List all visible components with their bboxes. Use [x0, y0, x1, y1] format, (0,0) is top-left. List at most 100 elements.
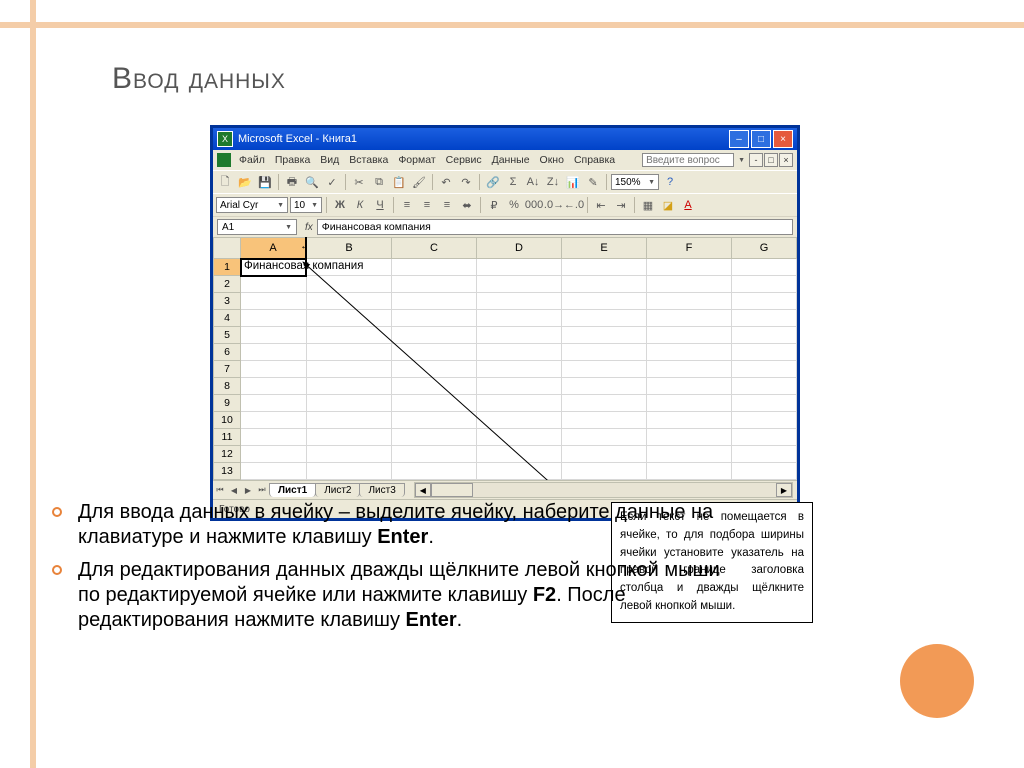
col-header-b[interactable]: B — [306, 238, 392, 259]
col-header-g[interactable]: G — [732, 238, 797, 259]
scroll-thumb[interactable] — [431, 483, 473, 497]
menu-tools[interactable]: Сервис — [442, 153, 486, 167]
print-icon[interactable]: 🖶 — [283, 173, 301, 191]
inc-decimal-icon[interactable]: .0→ — [545, 196, 563, 214]
tab-nav-next[interactable]: ▶ — [241, 483, 255, 497]
currency-icon[interactable]: ₽ — [485, 196, 503, 214]
cell-f1[interactable] — [647, 259, 732, 276]
align-center-icon[interactable]: ≡ — [418, 196, 436, 214]
redo-icon[interactable]: ↷ — [457, 173, 475, 191]
row-header-12[interactable]: 12 — [214, 446, 241, 463]
sheet-tab-2[interactable]: Лист2 — [315, 483, 360, 497]
col-header-c[interactable]: C — [392, 238, 477, 259]
save-icon[interactable]: 💾 — [256, 173, 274, 191]
decor-circle — [900, 644, 974, 718]
cut-icon[interactable]: ✂ — [350, 173, 368, 191]
row-header-10[interactable]: 10 — [214, 412, 241, 429]
align-left-icon[interactable]: ≡ — [398, 196, 416, 214]
formula-input[interactable]: Финансовая компания — [317, 219, 793, 235]
scroll-left-icon[interactable]: ◀ — [415, 483, 431, 497]
col-header-f[interactable]: F — [647, 238, 732, 259]
cell-g1[interactable] — [732, 259, 797, 276]
col-header-a[interactable]: A ↔ — [241, 238, 307, 259]
tab-nav-first[interactable]: ⏮ — [213, 483, 227, 497]
chart-icon[interactable]: 📊 — [564, 173, 582, 191]
italic-icon[interactable]: К — [351, 196, 369, 214]
paste-icon[interactable]: 📋 — [390, 173, 408, 191]
percent-icon[interactable]: % — [505, 196, 523, 214]
font-size-select[interactable]: 10 ▼ — [290, 197, 322, 213]
menu-window[interactable]: Окно — [536, 153, 568, 167]
row-header-4[interactable]: 4 — [214, 310, 241, 327]
mdi-restore[interactable]: □ — [764, 153, 778, 167]
select-all-corner[interactable] — [214, 238, 241, 259]
dec-decimal-icon[interactable]: ←.0 — [565, 196, 583, 214]
mdi-close[interactable]: × — [779, 153, 793, 167]
menu-edit[interactable]: Правка — [271, 153, 314, 167]
menu-help[interactable]: Справка — [570, 153, 619, 167]
row-header-6[interactable]: 6 — [214, 344, 241, 361]
minimize-button[interactable]: – — [729, 130, 749, 148]
menu-data[interactable]: Данные — [488, 153, 534, 167]
horizontal-scrollbar[interactable]: ◀ ▶ — [414, 482, 793, 498]
worksheet-grid[interactable]: A ↔ B C D E F G 1 Финансовая компания — [213, 237, 797, 480]
menu-file[interactable]: Файл — [235, 153, 269, 167]
mdi-min[interactable]: - — [749, 153, 763, 167]
new-icon[interactable]: 🗋 — [216, 173, 234, 191]
col-header-d[interactable]: D — [477, 238, 562, 259]
row-header-11[interactable]: 11 — [214, 429, 241, 446]
underline-icon[interactable]: Ч — [371, 196, 389, 214]
bold-icon[interactable]: Ж — [331, 196, 349, 214]
comma-icon[interactable]: 000 — [525, 196, 543, 214]
hyperlink-icon[interactable]: 🔗 — [484, 173, 502, 191]
col-header-e[interactable]: E — [562, 238, 647, 259]
row-header-1[interactable]: 1 — [214, 259, 241, 276]
inc-indent-icon[interactable]: ⇥ — [612, 196, 630, 214]
tab-nav-last[interactable]: ⏭ — [255, 483, 269, 497]
row-header-9[interactable]: 9 — [214, 395, 241, 412]
menu-view[interactable]: Вид — [316, 153, 343, 167]
cell-e1[interactable] — [562, 259, 647, 276]
undo-icon[interactable]: ↶ — [437, 173, 455, 191]
font-select[interactable]: Arial Cyr ▼ — [216, 197, 288, 213]
help-icon[interactable]: ? — [661, 173, 679, 191]
cell-a1[interactable]: Финансовая компания — [241, 259, 307, 276]
titlebar[interactable]: X Microsoft Excel - Книга1 – □ × — [213, 128, 797, 150]
menu-format[interactable]: Формат — [394, 153, 439, 167]
merge-icon[interactable]: ⬌ — [458, 196, 476, 214]
open-icon[interactable]: 📂 — [236, 173, 254, 191]
sort-asc-icon[interactable]: A↓ — [524, 173, 542, 191]
row-header-7[interactable]: 7 — [214, 361, 241, 378]
dec-indent-icon[interactable]: ⇤ — [592, 196, 610, 214]
border-icon[interactable]: ▦ — [639, 196, 657, 214]
fill-color-icon[interactable]: ◪ — [659, 196, 677, 214]
row-header-8[interactable]: 8 — [214, 378, 241, 395]
row-header-13[interactable]: 13 — [214, 463, 241, 480]
name-box[interactable]: A1 ▼ — [217, 219, 297, 235]
preview-icon[interactable]: 🔍 — [303, 173, 321, 191]
help-question-input[interactable] — [642, 153, 734, 167]
spell-icon[interactable]: ✓ — [323, 173, 341, 191]
cell-d1[interactable] — [477, 259, 562, 276]
zoom-select[interactable]: 150% ▼ — [611, 174, 659, 190]
font-color-icon[interactable]: A — [679, 196, 697, 214]
row-header-3[interactable]: 3 — [214, 293, 241, 310]
sheet-tab-3[interactable]: Лист3 — [359, 483, 404, 497]
format-painter-icon[interactable]: 🖌 — [410, 173, 428, 191]
close-button[interactable]: × — [773, 130, 793, 148]
row-header-2[interactable]: 2 — [214, 276, 241, 293]
sort-desc-icon[interactable]: Z↓ — [544, 173, 562, 191]
align-right-icon[interactable]: ≡ — [438, 196, 456, 214]
drawing-icon[interactable]: ✎ — [584, 173, 602, 191]
tab-nav-prev[interactable]: ◀ — [227, 483, 241, 497]
copy-icon[interactable]: ⧉ — [370, 173, 388, 191]
sheet-tab-1[interactable]: Лист1 — [269, 483, 316, 497]
row-header-5[interactable]: 5 — [214, 327, 241, 344]
cell-c1[interactable] — [392, 259, 477, 276]
fx-label[interactable]: fx — [301, 222, 317, 233]
formula-bar: A1 ▼ fx Финансовая компания — [213, 216, 797, 237]
scroll-right-icon[interactable]: ▶ — [776, 483, 792, 497]
maximize-button[interactable]: □ — [751, 130, 771, 148]
autosum-icon[interactable]: Σ — [504, 173, 522, 191]
menu-insert[interactable]: Вставка — [345, 153, 392, 167]
